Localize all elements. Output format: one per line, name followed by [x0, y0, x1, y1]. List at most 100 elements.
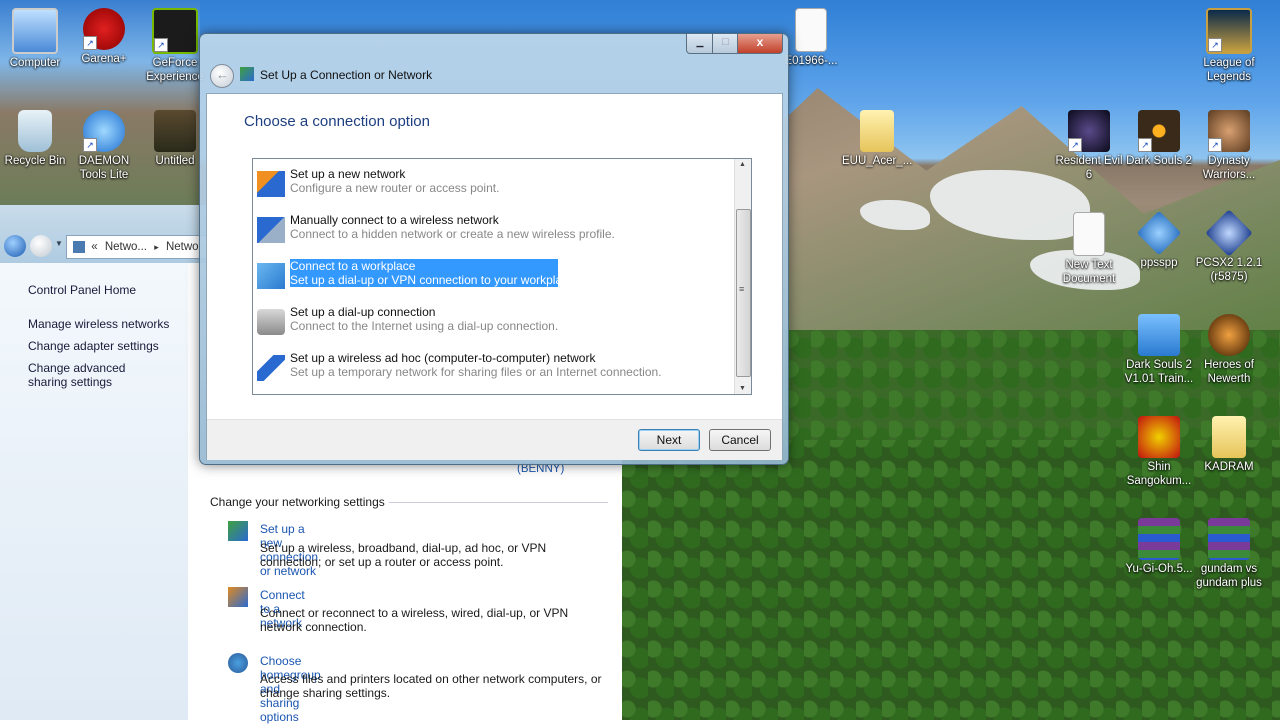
control-panel-sidebar: Control Panel Home Manage wireless netwo…: [0, 263, 188, 720]
list-item[interactable]: Manually connect to a wireless network C…: [257, 211, 737, 251]
back-button[interactable]: [4, 235, 26, 257]
desktop-icon-label: GeForce Experience: [146, 57, 204, 83]
forward-button[interactable]: [30, 235, 52, 257]
desktop-icon-label: Dark Souls 2: [1126, 155, 1192, 167]
heroes-of-newerth-icon: [1208, 314, 1250, 356]
folder-icon: [860, 110, 894, 152]
desktop-icon-label: EUU_Acer_...: [842, 155, 913, 167]
address-bar[interactable]: « Netwo... ▸ Netwo: [66, 235, 208, 259]
desktop-icon-label: KADRAM: [1204, 461, 1254, 473]
dialog-title: Set Up a Connection or Network: [260, 68, 433, 82]
desktop-icon-label: Untitled: [155, 155, 195, 167]
computer-icon: [12, 8, 58, 54]
new-network-icon: [257, 171, 285, 197]
desktop-icon-label: gundam vs gundam plus: [1196, 563, 1262, 589]
sidebar-item-adapter-settings[interactable]: Change adapter settings: [28, 339, 159, 353]
option-title: Connect to a workplace: [290, 259, 416, 273]
list-item-selected[interactable]: Connect to a workplace Set up a dial-up …: [257, 257, 737, 297]
desktop-icon-new-text[interactable]: New Text Document: [1054, 212, 1124, 286]
shortcut-arrow-icon: ↗: [154, 38, 168, 52]
desktop-icon-euu-acer[interactable]: EUU_Acer_...: [842, 110, 912, 168]
minimize-button[interactable]: ▁: [686, 34, 714, 54]
desktop-icon-dark-souls-trainer[interactable]: Dark Souls 2 V1.01 Train...: [1124, 314, 1194, 386]
connection-option-list[interactable]: Set up a new network Configure a new rou…: [252, 158, 752, 395]
folder-icon: [1212, 416, 1246, 458]
scroll-grip-icon: ≡: [739, 284, 745, 294]
workplace-icon: [257, 263, 285, 289]
daemon-tools-icon: ↗: [83, 110, 125, 152]
garena-icon: ↗: [83, 8, 125, 50]
breadcrumb-item[interactable]: Netwo: [166, 241, 199, 253]
desktop-icon-shin[interactable]: Shin Sangokum...: [1124, 416, 1194, 488]
recycle-bin-icon: [18, 110, 52, 152]
close-button[interactable]: x: [737, 34, 783, 54]
desktop-icon-pcsx2[interactable]: PCSX2 1.2.1 (r5875): [1194, 209, 1264, 284]
shin-sangokumusou-icon: [1138, 416, 1180, 458]
vertical-scrollbar[interactable]: ▲ ≡ ▼: [734, 159, 751, 394]
wireless-network-icon: [257, 217, 285, 243]
option-title: Set up a new network: [290, 167, 406, 181]
back-arrow-icon: ←: [216, 67, 229, 82]
trainer-icon: [1138, 314, 1180, 356]
desktop-icon-kadram[interactable]: KADRAM: [1194, 416, 1264, 474]
next-button[interactable]: Next: [638, 429, 700, 451]
desktop-icon-garena[interactable]: ↗ Garena+: [69, 8, 139, 66]
option-title: Set up a dial-up connection: [290, 305, 436, 319]
shortcut-arrow-icon: ↗: [1138, 138, 1152, 152]
scroll-up-icon[interactable]: ▲: [739, 161, 746, 168]
desktop-icon-yugioh[interactable]: Yu-Gi-Oh.5...: [1124, 518, 1194, 576]
ad-hoc-network-icon: [257, 355, 285, 381]
desktop-icon-label: PCSX2 1.2.1 (r5875): [1195, 257, 1263, 283]
desktop-icon-gundam[interactable]: gundam vs gundam plus: [1194, 518, 1264, 590]
sidebar-item-advanced-sharing[interactable]: Change advanced sharing settings: [28, 361, 168, 389]
desktop-icon-computer[interactable]: Computer: [0, 8, 70, 70]
desktop-icon-label: ppsspp: [1140, 257, 1178, 269]
section-title: Change your networking settings: [210, 495, 389, 509]
league-of-legends-icon: ↗: [1206, 8, 1252, 54]
desktop-icon-label: Shin Sangokum...: [1126, 461, 1192, 487]
shortcut-arrow-icon: ↗: [1208, 38, 1222, 52]
scrollbar-thumb[interactable]: ≡: [736, 209, 751, 377]
new-connection-icon: [228, 521, 248, 541]
back-arrow-button[interactable]: ←: [210, 64, 234, 88]
desktop-icon-dark-souls[interactable]: ↗ Dark Souls 2: [1124, 110, 1194, 168]
pcsx2-icon: [1205, 209, 1253, 257]
network-setup-icon: [240, 67, 254, 81]
setup-connection-dialog: ▁ □ x ← Set Up a Connection or Network C…: [199, 33, 789, 465]
breadcrumb-separator[interactable]: ▸: [154, 242, 159, 252]
task-description: Set up a wireless, broadband, dial-up, a…: [260, 541, 547, 569]
list-item[interactable]: Set up a new network Configure a new rou…: [257, 165, 737, 205]
desktop-icon-label: Dynasty Warriors...: [1202, 155, 1256, 181]
dialog-footer: Next Cancel: [207, 419, 782, 460]
ppsspp-icon: [1136, 210, 1182, 256]
chevron-down-icon[interactable]: ▼: [55, 239, 63, 248]
desktop-icon-resident-evil[interactable]: ↗ Resident Evil 6: [1054, 110, 1124, 182]
dial-up-phone-icon: [257, 309, 285, 335]
dialog-content: Choose a connection option Set up a new …: [206, 93, 783, 460]
desktop-icon-label: Garena+: [81, 53, 127, 65]
breadcrumb-prefix[interactable]: «: [91, 241, 97, 253]
network-icon: [73, 240, 85, 253]
document-icon: [795, 8, 827, 52]
desktop-icon-ppsspp[interactable]: ppsspp: [1124, 210, 1194, 270]
cancel-button[interactable]: Cancel: [709, 429, 771, 451]
option-description: Configure a new router or access point.: [290, 181, 500, 195]
desktop-icon-daemon[interactable]: ↗ DAEMON Tools Lite: [69, 110, 139, 182]
winrar-archive-icon: [1138, 518, 1180, 560]
maximize-button[interactable]: □: [712, 34, 739, 54]
breadcrumb-item[interactable]: Netwo...: [105, 241, 147, 253]
homegroup-icon: [228, 653, 248, 673]
list-item[interactable]: Set up a wireless ad hoc (computer-to-co…: [257, 349, 737, 389]
list-item[interactable]: Set up a dial-up connection Connect to t…: [257, 303, 737, 343]
desktop-icon-hon[interactable]: Heroes of Newerth: [1194, 314, 1264, 386]
desktop-icon-recycle-bin[interactable]: Recycle Bin: [0, 110, 70, 168]
connect-network-icon: [228, 587, 248, 607]
task-description: Connect or reconnect to a wireless, wire…: [260, 606, 569, 634]
scroll-down-icon[interactable]: ▼: [739, 385, 746, 392]
sidebar-item-manage-wireless[interactable]: Manage wireless networks: [28, 317, 169, 331]
shortcut-arrow-icon: ↗: [1068, 138, 1082, 152]
option-title: Manually connect to a wireless network: [290, 213, 499, 227]
sidebar-item-control-panel-home[interactable]: Control Panel Home: [28, 283, 136, 297]
desktop-icon-dynasty[interactable]: ↗ Dynasty Warriors...: [1194, 110, 1264, 182]
desktop-icon-league[interactable]: ↗ League of Legends: [1194, 8, 1264, 84]
